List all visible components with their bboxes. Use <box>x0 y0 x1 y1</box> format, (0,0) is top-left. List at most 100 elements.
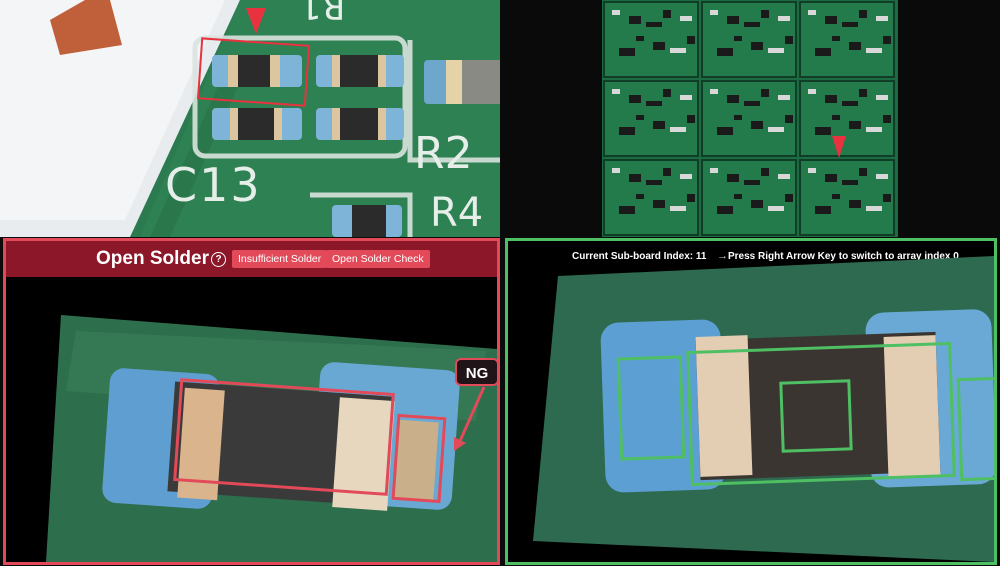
board-component <box>768 206 784 211</box>
board-component <box>778 95 790 100</box>
board-component <box>734 36 742 41</box>
board-component <box>646 101 662 106</box>
board-component <box>849 42 861 50</box>
board-component <box>768 127 784 132</box>
board-component <box>663 89 671 97</box>
board-component <box>687 36 695 44</box>
board-component <box>710 10 718 15</box>
board-component <box>646 180 662 185</box>
board-component <box>636 194 644 199</box>
board-component <box>785 36 793 44</box>
board-component <box>785 194 793 202</box>
board-component <box>663 168 671 176</box>
board-component <box>859 10 867 18</box>
board-component <box>646 22 662 27</box>
board-component <box>883 36 891 44</box>
silkscreen-label-r2: R2 <box>414 128 473 179</box>
board-component <box>734 115 742 120</box>
board-component <box>842 22 858 27</box>
board-component <box>710 168 718 173</box>
board-component <box>832 115 840 120</box>
silkscreen-label-r4: R4 <box>430 190 484 236</box>
board-component <box>653 42 665 50</box>
board-component <box>744 180 760 185</box>
board-component <box>876 174 888 179</box>
board-component <box>842 101 858 106</box>
board-component <box>663 10 671 18</box>
board-component <box>629 95 641 103</box>
board-component <box>653 121 665 129</box>
board-component <box>825 16 837 24</box>
board-component <box>680 16 692 21</box>
board-component <box>768 48 784 53</box>
board-component <box>815 48 831 56</box>
board-component <box>825 174 837 182</box>
panel-array-overview <box>502 0 1000 237</box>
board-component <box>744 22 760 27</box>
component-c13-top <box>212 55 302 87</box>
board-component <box>825 95 837 103</box>
board-component <box>832 194 840 199</box>
reference-inspection-panel: Current Sub-board Index: 11 → Press Righ… <box>505 238 997 565</box>
board-component <box>842 180 858 185</box>
board-component <box>612 168 620 173</box>
board-component <box>866 127 882 132</box>
board-component <box>612 10 620 15</box>
board-component <box>680 95 692 100</box>
board-component <box>636 36 644 41</box>
board-component <box>761 168 769 176</box>
board-component <box>670 127 686 132</box>
board-component <box>859 168 867 176</box>
board-component <box>727 16 739 24</box>
board-component <box>612 89 620 94</box>
board-component <box>815 127 831 135</box>
panel-array-image <box>602 0 898 237</box>
board-component <box>727 95 739 103</box>
board-component <box>619 48 635 56</box>
board-component <box>717 206 733 214</box>
ng-label: NG <box>455 358 497 386</box>
board-component <box>815 206 831 214</box>
silkscreen-label-c13: C13 <box>165 158 262 212</box>
ok-component-image <box>533 256 994 562</box>
board-component <box>883 115 891 123</box>
board-component <box>849 121 861 129</box>
board-component <box>653 200 665 208</box>
board-component <box>687 194 695 202</box>
board-component <box>832 36 840 41</box>
board-component <box>687 115 695 123</box>
board-component <box>751 200 763 208</box>
board-component <box>619 206 635 214</box>
board-component <box>727 174 739 182</box>
board-component <box>710 89 718 94</box>
silkscreen-label-r1: R1 <box>300 0 346 26</box>
board-component <box>629 174 641 182</box>
board-component <box>670 48 686 53</box>
board-component <box>629 16 641 24</box>
ng-component-image <box>46 315 497 562</box>
board-component <box>636 115 644 120</box>
pcb-closeup-view: C13 R2 R1 R4 <box>0 0 500 237</box>
board-component <box>883 194 891 202</box>
board-component <box>761 89 769 97</box>
board-component <box>778 16 790 21</box>
board-component <box>717 48 733 56</box>
board-component <box>808 10 816 15</box>
board-component <box>778 174 790 179</box>
board-component <box>808 168 816 173</box>
board-component <box>785 115 793 123</box>
board-component <box>619 127 635 135</box>
board-component <box>734 194 742 199</box>
board-component <box>751 121 763 129</box>
board-component <box>808 89 816 94</box>
board-component <box>680 174 692 179</box>
board-component <box>744 101 760 106</box>
ng-inspection-panel: Open Solder ? Insufficient Solder Open S… <box>3 238 500 565</box>
board-component <box>849 200 861 208</box>
board-component <box>859 89 867 97</box>
board-component <box>717 127 733 135</box>
board-component <box>866 48 882 53</box>
board-component <box>761 10 769 18</box>
board-component <box>751 42 763 50</box>
board-component <box>876 16 888 21</box>
